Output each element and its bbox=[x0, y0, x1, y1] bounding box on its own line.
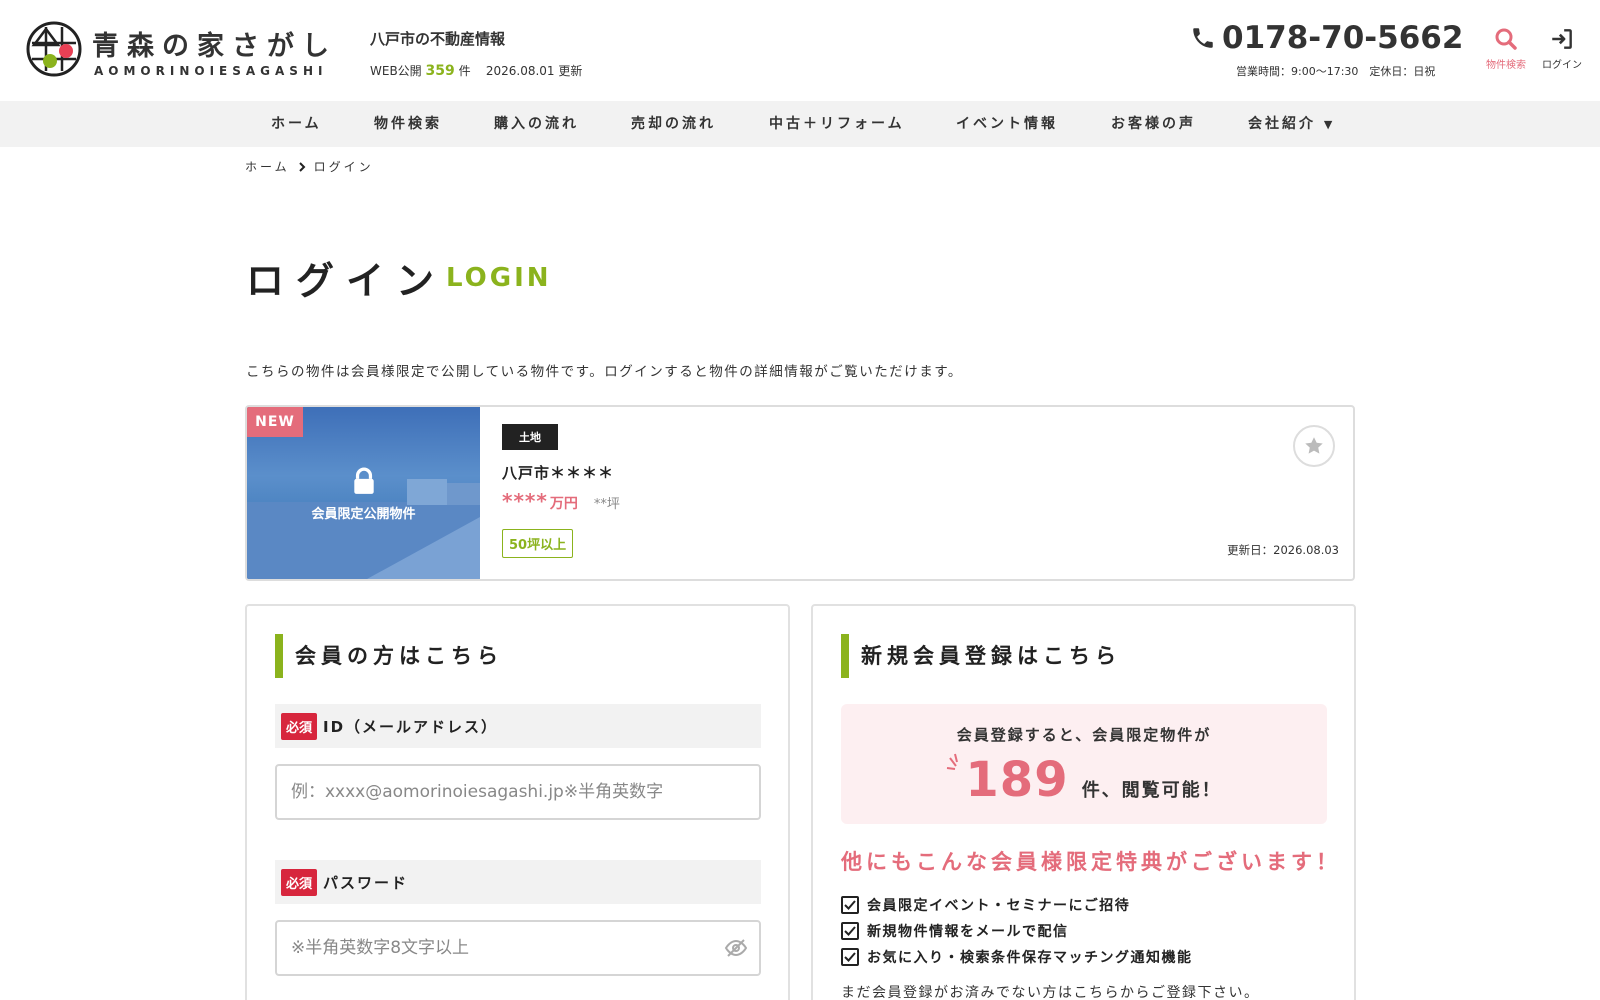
site-header: 青森の家さがし AOMORINOIESAGASHI 八戸市の不動産情報 WEB公… bbox=[0, 0, 1600, 101]
property-updated-date: 更新日：2026.08.03 bbox=[1227, 543, 1339, 557]
sparkle-icon bbox=[946, 752, 960, 782]
members-only-overlay: 会員限定公開物件 bbox=[247, 467, 480, 522]
favorite-button[interactable] bbox=[1293, 425, 1335, 467]
search-icon bbox=[1495, 28, 1517, 50]
business-hours: 営業時間：9:00〜17:30 定休日：日祝 bbox=[1236, 65, 1436, 78]
star-icon bbox=[1305, 437, 1323, 454]
global-nav: ホーム 物件検索 購入の流れ 売却の流れ 中古＋リフォーム イベント情報 お客様… bbox=[0, 101, 1600, 147]
breadcrumb-home[interactable]: ホーム bbox=[245, 158, 290, 175]
nav-item-company[interactable]: 会社紹介 ▼ bbox=[1248, 101, 1332, 147]
nav-item-events[interactable]: イベント情報 bbox=[956, 101, 1058, 147]
update-date: 2026.08.01 更新 bbox=[485, 64, 583, 78]
login-icon bbox=[1552, 29, 1572, 49]
required-badge: 必須 bbox=[281, 712, 318, 740]
search-label: 物件検索 bbox=[1486, 60, 1526, 71]
logo-subtitle: AOMORINOIESAGASHI bbox=[94, 64, 328, 78]
signup-panel-heading: 新規会員登録はこちら bbox=[841, 634, 1121, 678]
members-count-box: 会員登録すると、会員限定物件が 189 件、閲覧可能！ bbox=[841, 704, 1327, 824]
benefit-list: 会員限定イベント・セミナーにご招待 新規物件情報をメールで配信 お気に入り・検索… bbox=[841, 892, 1193, 970]
checkbox-checked-icon bbox=[841, 948, 859, 966]
web-suffix: 件 bbox=[458, 64, 471, 78]
id-label-text: ID（メールアドレス） bbox=[323, 717, 499, 736]
nav-item-voices[interactable]: お客様の声 bbox=[1111, 101, 1196, 147]
members-only-label: 会員限定公開物件 bbox=[311, 507, 416, 522]
signup-note: まだ会員登録がお済みでない方はこちらからご登録下さい。 bbox=[841, 985, 1260, 1000]
nav-item-home[interactable]: ホーム bbox=[271, 101, 322, 147]
page-intro: こちらの物件は会員様限定で公開している物件です。ログインすると物件の詳細情報がご… bbox=[246, 364, 963, 380]
list-item: お気に入り・検索条件保存マッチング通知機能 bbox=[841, 944, 1193, 970]
property-area: **坪 bbox=[593, 497, 620, 512]
login-label: ログイン bbox=[1542, 60, 1582, 71]
nav-item-purchase-flow[interactable]: 購入の流れ bbox=[494, 101, 579, 147]
page-title-en: LOGIN bbox=[446, 263, 552, 293]
chevron-right-icon bbox=[298, 161, 306, 172]
benefit-title: 他にもこんな会員様限定特典がございます！ bbox=[841, 850, 1341, 874]
price-unit: 万円 bbox=[549, 496, 578, 512]
price-value: **** bbox=[502, 489, 548, 513]
web-listing-count: WEB公開 359 件 2026.08.01 更新 bbox=[370, 62, 582, 79]
signup-panel: 新規会員登録はこちら 会員登録すると、会員限定物件が 189 件、閲覧可能！ 他… bbox=[811, 604, 1356, 1000]
toggle-password-visibility[interactable] bbox=[721, 933, 751, 963]
property-price: **** 万円 **坪 bbox=[502, 489, 620, 513]
members-count-suffix: 件、閲覧可能！ bbox=[1081, 780, 1222, 801]
list-item: 新規物件情報をメールで配信 bbox=[841, 918, 1193, 944]
members-count-intro: 会員登録すると、会員限定物件が bbox=[956, 726, 1212, 744]
site-description: 八戸市の不動産情報 bbox=[370, 30, 506, 48]
phone-number[interactable]: 0178-70-5662 bbox=[1190, 20, 1463, 56]
lock-icon bbox=[353, 467, 374, 494]
web-prefix: WEB公開 bbox=[370, 64, 422, 78]
checkbox-checked-icon bbox=[841, 922, 859, 940]
eye-off-icon bbox=[724, 939, 748, 957]
password-field[interactable] bbox=[275, 920, 761, 976]
phone-icon bbox=[1193, 28, 1213, 48]
logo-mark-icon[interactable] bbox=[26, 21, 82, 77]
list-item: 会員限定イベント・セミナーにご招待 bbox=[841, 892, 1193, 918]
nav-item-sale-flow[interactable]: 売却の流れ bbox=[631, 101, 716, 147]
id-field-label: 必須 ID（メールアドレス） bbox=[275, 704, 761, 748]
header-search-button[interactable]: 物件検索 bbox=[1476, 26, 1536, 71]
phone-text: 0178-70-5662 bbox=[1222, 20, 1464, 56]
breadcrumb: ホーム ログイン bbox=[245, 158, 374, 175]
property-image[interactable]: NEW 会員限定公開物件 bbox=[247, 407, 480, 579]
nav-company-label: 会社紹介 bbox=[1248, 116, 1316, 132]
property-tag: 50坪以上 bbox=[502, 529, 574, 558]
page-title: ログイン bbox=[246, 259, 447, 303]
nav-item-used-reform[interactable]: 中古＋リフォーム bbox=[769, 101, 905, 147]
property-name[interactable]: 八戸市＊＊＊＊ bbox=[502, 462, 614, 483]
password-field-label: 必須 パスワード bbox=[275, 860, 761, 904]
email-field[interactable] bbox=[275, 764, 761, 820]
web-count-number: 359 bbox=[425, 63, 455, 79]
logo-title[interactable]: 青森の家さがし bbox=[92, 24, 337, 63]
members-only-count: 189 bbox=[965, 752, 1069, 808]
benefit-text: 会員限定イベント・セミナーにご招待 bbox=[867, 898, 1131, 914]
header-login-button[interactable]: ログイン bbox=[1532, 26, 1592, 71]
password-label-text: パスワード bbox=[323, 873, 409, 892]
checkbox-checked-icon bbox=[841, 896, 859, 914]
image-road bbox=[367, 517, 480, 579]
new-badge: NEW bbox=[247, 407, 303, 437]
login-panel-heading: 会員の方はこちら bbox=[275, 634, 503, 678]
nav-item-property-search[interactable]: 物件検索 bbox=[374, 101, 442, 147]
required-badge: 必須 bbox=[281, 868, 318, 896]
member-login-panel: 会員の方はこちら 必須 ID（メールアドレス） 必須 パスワード bbox=[245, 604, 790, 1000]
benefit-text: 新規物件情報をメールで配信 bbox=[867, 924, 1069, 940]
breadcrumb-current: ログイン bbox=[313, 160, 374, 174]
benefit-text: お気に入り・検索条件保存マッチング通知機能 bbox=[867, 950, 1193, 966]
property-card[interactable]: NEW 会員限定公開物件 土地 八戸市＊＊＊＊ **** 万円 **坪 50坪以… bbox=[245, 405, 1355, 581]
members-count-line: 189 件、閲覧可能！ bbox=[841, 752, 1327, 808]
caret-down-icon: ▼ bbox=[1323, 118, 1333, 131]
property-type-badge: 土地 bbox=[502, 424, 558, 450]
